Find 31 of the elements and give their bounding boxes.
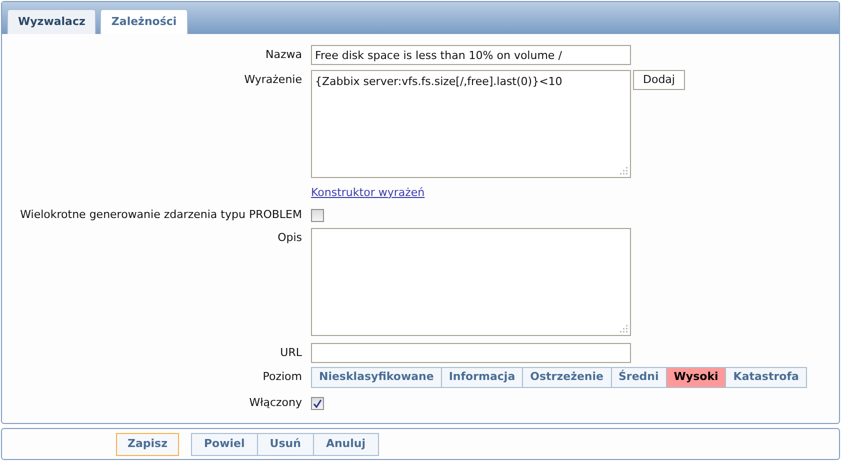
severity-option[interactable]: Informacja xyxy=(440,367,524,388)
checkmark-icon xyxy=(313,398,322,408)
add-button[interactable]: Dodaj xyxy=(633,70,685,90)
save-button[interactable]: Zapisz xyxy=(116,432,179,456)
severity-option[interactable]: Niesklasyfikowane xyxy=(311,367,442,388)
action-button[interactable]: Powiel xyxy=(191,432,258,456)
description-field[interactable] xyxy=(311,228,631,336)
url-field[interactable] xyxy=(311,343,631,363)
tab[interactable]: Zależności xyxy=(100,9,188,34)
tab[interactable]: Wyzwalacz xyxy=(7,9,96,34)
name-field[interactable]: Free disk space is less than 10% on volume / xyxy=(311,45,631,65)
expression-builder-link[interactable]: Konstruktor wyrażeń xyxy=(311,184,425,202)
severity-option[interactable]: Wysoki xyxy=(666,367,726,388)
expression-text: {Zabbix server:vfs.fs.size[/,free].last(0)}<10 xyxy=(315,75,562,88)
severity-option[interactable]: Katastrofa xyxy=(725,367,807,388)
action-button[interactable]: Usuń xyxy=(256,432,314,456)
action-button[interactable]: Anuluj xyxy=(312,432,379,456)
checkbox[interactable] xyxy=(311,208,324,222)
field-label: Wielokrotne generowanie zdarzenia typu PROBLEM xyxy=(20,206,302,223)
severity-option[interactable]: Średni xyxy=(610,367,667,388)
severity-option[interactable]: Ostrzeżenie xyxy=(522,367,612,388)
checkbox[interactable] xyxy=(311,396,324,410)
resize-grip-icon xyxy=(619,166,628,175)
field-label: Włączony xyxy=(249,394,302,411)
expression-field[interactable]: {Zabbix server:vfs.fs.size[/,free].last(0)}<10 xyxy=(311,70,631,178)
field-label: URL xyxy=(280,344,302,361)
resize-grip-icon xyxy=(619,324,628,333)
field-label: Poziom xyxy=(262,369,302,386)
field-label: Nazwa xyxy=(266,46,302,63)
field-label: Wyrażenie xyxy=(244,72,302,88)
field-label: Opis xyxy=(278,230,302,246)
